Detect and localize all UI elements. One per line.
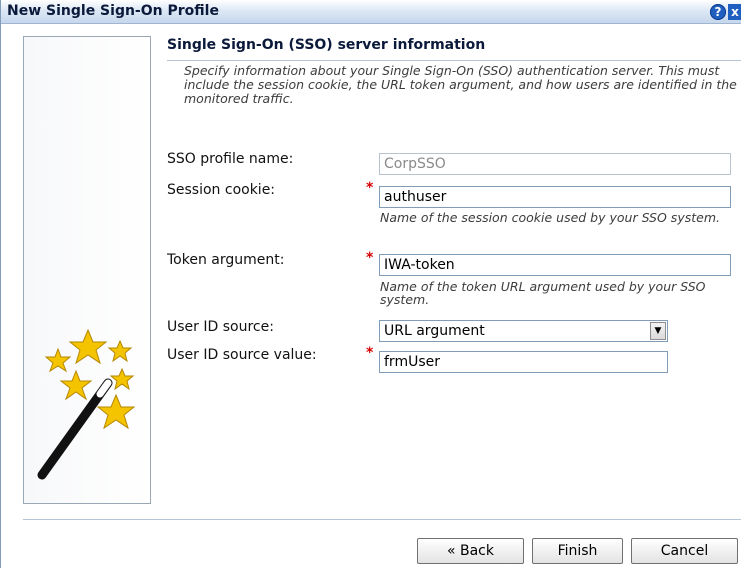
back-button[interactable]: « Back <box>417 538 524 564</box>
section-divider <box>167 60 741 61</box>
user-id-source-value-label: User ID source value: <box>167 347 317 363</box>
session-cookie-field[interactable] <box>379 186 731 208</box>
dialog-window: New Single Sign-On Profile ? x Single Si… <box>0 0 741 568</box>
token-argument-hint: Name of the token URL argument used by y… <box>380 279 706 307</box>
cancel-button[interactable]: Cancel <box>631 538 738 564</box>
required-marker: * <box>366 180 374 196</box>
user-id-source-label: User ID source: <box>167 319 274 335</box>
title-bar: New Single Sign-On Profile ? x <box>1 0 741 24</box>
finish-button[interactable]: Finish <box>532 538 623 564</box>
profile-name-field[interactable] <box>379 153 731 175</box>
token-argument-label: Token argument: <box>167 252 285 268</box>
required-marker: * <box>366 345 374 361</box>
token-argument-field[interactable] <box>379 254 731 276</box>
help-icon[interactable]: ? <box>710 4 726 20</box>
user-id-source-value-field[interactable] <box>379 351 668 373</box>
dialog-title: New Single Sign-On Profile <box>7 3 219 19</box>
magic-wand-icon <box>37 328 136 480</box>
section-description: Specify information about your Single Si… <box>184 63 737 106</box>
section-title: Single Sign-On (SSO) server information <box>167 37 486 53</box>
wizard-illustration-panel <box>23 36 151 504</box>
user-id-source-select[interactable]: URL argument ▼ <box>379 320 668 342</box>
session-cookie-label: Session cookie: <box>167 182 276 198</box>
close-icon[interactable]: x <box>728 4 741 20</box>
profile-name-label: SSO profile name: <box>167 151 294 167</box>
required-marker: * <box>366 250 374 266</box>
session-cookie-hint: Name of the session cookie used by your … <box>380 210 720 225</box>
user-id-source-value: URL argument <box>384 323 485 339</box>
chevron-down-icon[interactable]: ▼ <box>650 322 666 340</box>
footer-divider <box>23 519 741 520</box>
